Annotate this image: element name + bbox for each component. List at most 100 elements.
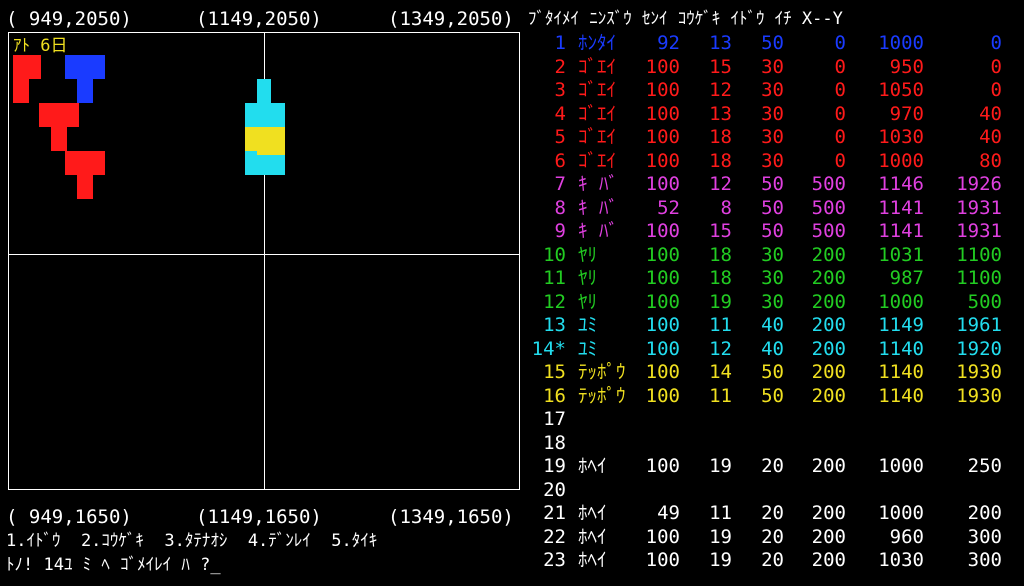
unit-row[interactable]: 15 ﾃｯﾎﾟｳ 100 14 50 200 1140 1930 bbox=[526, 361, 1024, 384]
unit-no: 15 bbox=[543, 361, 566, 383]
unit-x: 1140 bbox=[878, 384, 924, 407]
unit-row[interactable]: 13 ﾕﾐ 100 11 40 200 1149 1961 bbox=[526, 314, 1024, 337]
unit-men: 100 bbox=[645, 243, 680, 266]
unit-move: 200 bbox=[811, 337, 846, 360]
unit-row[interactable]: 17 bbox=[526, 408, 1024, 431]
blue-unit-block bbox=[77, 79, 93, 103]
unit-y: 0 bbox=[990, 79, 1002, 101]
unit-no: 16 bbox=[543, 384, 566, 407]
unit-move: 500 bbox=[811, 220, 846, 242]
unit-row[interactable]: 21 ﾎﾍｲ 49 11 20 200 1000 200 bbox=[526, 502, 1024, 525]
unit-row[interactable]: 3 ｺﾞｴｲ 100 12 30 0 1050 0 bbox=[526, 79, 1024, 102]
unit-y: 1961 bbox=[956, 314, 1002, 336]
unit-morale: 18 bbox=[709, 267, 732, 289]
unit-men: 100 bbox=[645, 149, 680, 172]
coord-top-right: (1349,2050) bbox=[388, 8, 514, 30]
unit-x: 1030 bbox=[878, 126, 924, 148]
unit-name: ｷ ﾊﾞ bbox=[578, 173, 618, 195]
unit-morale: 11 bbox=[709, 384, 732, 407]
unit-row[interactable]: 10 ﾔﾘ 100 18 30 200 1031 1100 bbox=[526, 244, 1024, 267]
unit-men: 92 bbox=[657, 32, 680, 54]
unit-move: 0 bbox=[834, 55, 846, 78]
unit-x: 1141 bbox=[878, 196, 924, 219]
unit-name: ﾎﾝﾀｲ bbox=[578, 32, 617, 54]
unit-row[interactable]: 5 ｺﾞｴｲ 100 18 30 0 1030 40 bbox=[526, 126, 1024, 149]
unit-row[interactable]: 6 ｺﾞｴｲ 100 18 30 0 1000 80 bbox=[526, 150, 1024, 173]
unit-morale: 14 bbox=[709, 361, 732, 383]
coord-bottom-right: (1349,1650) bbox=[388, 506, 514, 528]
unit-no: 20 bbox=[543, 478, 566, 501]
unit-row[interactable]: 22 ﾎﾍｲ 100 19 20 200 960 300 bbox=[526, 526, 1024, 549]
unit-men: 100 bbox=[645, 220, 680, 242]
unit-y: 200 bbox=[967, 502, 1002, 524]
unit-row[interactable]: 12 ﾔﾘ 100 19 30 200 1000 500 bbox=[526, 291, 1024, 314]
yellow-unit-block bbox=[257, 151, 285, 155]
unit-morale: 18 bbox=[709, 126, 732, 148]
unit-move: 200 bbox=[811, 384, 846, 407]
unit-row[interactable]: 23 ﾎﾍｲ 100 19 20 200 1030 300 bbox=[526, 549, 1024, 572]
unit-men: 100 bbox=[645, 267, 680, 289]
unit-row[interactable]: 11 ﾔﾘ 100 18 30 200 987 1100 bbox=[526, 267, 1024, 290]
unit-move: 200 bbox=[811, 314, 846, 336]
unit-attack: 50 bbox=[761, 196, 784, 219]
unit-attack: 50 bbox=[761, 32, 784, 54]
unit-morale: 15 bbox=[709, 55, 732, 78]
coord-top-left: ( 949,2050) bbox=[6, 8, 132, 30]
unit-attack: 30 bbox=[761, 102, 784, 125]
unit-attack: 30 bbox=[761, 79, 784, 101]
unit-row[interactable]: 9 ｷ ﾊﾞ 100 15 50 500 1141 1931 bbox=[526, 220, 1024, 243]
unit-row[interactable]: 16 ﾃｯﾎﾟｳ 100 11 50 200 1140 1930 bbox=[526, 385, 1024, 408]
unit-row[interactable]: 20 bbox=[526, 479, 1024, 502]
unit-attack: 30 bbox=[761, 149, 784, 172]
unit-attack: 20 bbox=[761, 502, 784, 524]
unit-row[interactable]: 4 ｺﾞｴｲ 100 13 30 0 970 40 bbox=[526, 103, 1024, 126]
unit-y: 300 bbox=[967, 549, 1002, 571]
command-menu[interactable]: 1.ｲﾄﾞｳ 2.ｺｳｹﾞｷ 3.ﾀﾃﾅｵｼ 4.ﾃﾞﾝﾚｲ 5.ﾀｲｷ bbox=[6, 530, 377, 552]
unit-move: 200 bbox=[811, 525, 846, 548]
unit-no: 14* bbox=[531, 337, 566, 360]
battle-map[interactable]: ｱﾄ 6日 bbox=[8, 32, 520, 490]
unit-men: 100 bbox=[645, 361, 680, 383]
unit-morale: 13 bbox=[709, 102, 732, 125]
unit-row[interactable]: 8 ｷ ﾊﾞ 52 8 50 500 1141 1931 bbox=[526, 197, 1024, 220]
command-prompt[interactable]: ﾄﾉ! 14ﾕ ﾐ ﾍ ｺﾞﾒｲﾚｲ ﾊ ?_ bbox=[6, 554, 221, 576]
unit-name: ﾕﾐ bbox=[578, 314, 598, 336]
unit-row[interactable]: 1 ﾎﾝﾀｲ 92 13 50 0 1000 0 bbox=[526, 32, 1024, 55]
unit-name: ﾃｯﾎﾟｳ bbox=[578, 361, 626, 383]
unit-row[interactable]: 7 ｷ ﾊﾞ 100 12 50 500 1146 1926 bbox=[526, 173, 1024, 196]
unit-x: 1000 bbox=[878, 455, 924, 477]
unit-morale: 19 bbox=[709, 455, 732, 477]
unit-row[interactable]: 18 bbox=[526, 432, 1024, 455]
unit-row[interactable]: 19 ﾎﾍｲ 100 19 20 200 1000 250 bbox=[526, 455, 1024, 478]
unit-name: ｷ ﾊﾞ bbox=[578, 220, 618, 242]
unit-men: 100 bbox=[645, 314, 680, 336]
unit-morale: 8 bbox=[720, 196, 732, 219]
unit-attack: 20 bbox=[761, 525, 784, 548]
unit-men: 100 bbox=[645, 173, 680, 195]
unit-name: ｺﾞｴｲ bbox=[578, 102, 617, 125]
unit-attack: 30 bbox=[761, 267, 784, 289]
unit-name: ｺﾞｴｲ bbox=[578, 79, 617, 101]
unit-men: 100 bbox=[645, 55, 680, 78]
unit-no: 8 bbox=[554, 196, 566, 219]
red-unit-block bbox=[13, 55, 41, 79]
unit-men: 100 bbox=[645, 384, 680, 407]
unit-x: 1140 bbox=[878, 337, 924, 360]
unit-move: 0 bbox=[834, 102, 846, 125]
unit-attack: 50 bbox=[761, 173, 784, 195]
unit-no: 7 bbox=[554, 173, 566, 195]
yellow-unit-block bbox=[245, 127, 285, 151]
unit-row[interactable]: 2 ｺﾞｴｲ 100 15 30 0 950 0 bbox=[526, 56, 1024, 79]
unit-name: ﾎﾍｲ bbox=[578, 455, 607, 477]
unit-move: 200 bbox=[811, 243, 846, 266]
unit-move: 200 bbox=[811, 502, 846, 524]
unit-no: 6 bbox=[554, 149, 566, 172]
unit-y: 1931 bbox=[956, 220, 1002, 242]
unit-men: 100 bbox=[645, 79, 680, 101]
unit-row[interactable]: 14* ﾕﾐ 100 12 40 200 1140 1920 bbox=[526, 338, 1024, 361]
unit-no: 1 bbox=[554, 32, 566, 54]
unit-name: ﾕﾐ bbox=[578, 337, 598, 360]
unit-no: 18 bbox=[543, 431, 566, 454]
unit-no: 23 bbox=[543, 549, 566, 571]
unit-x: 1000 bbox=[878, 32, 924, 54]
